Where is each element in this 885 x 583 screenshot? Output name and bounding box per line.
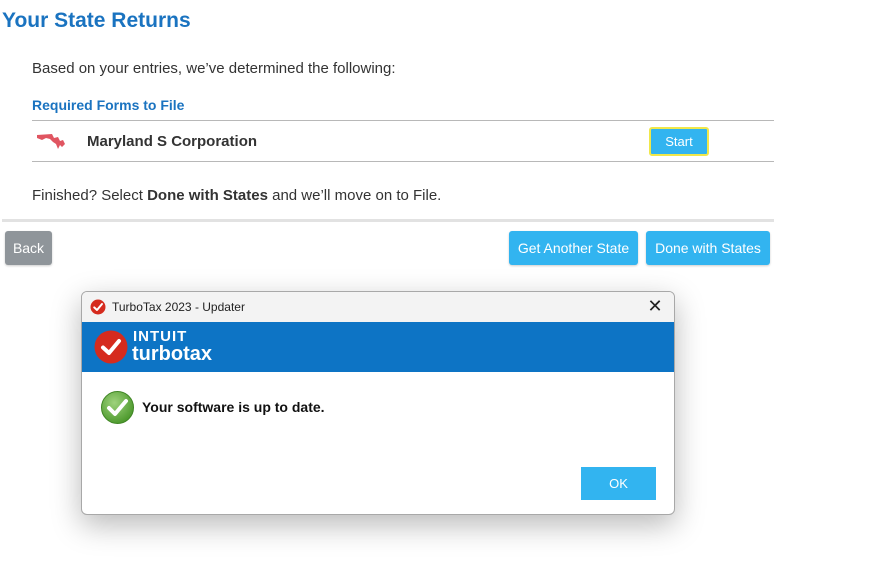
finished-bold: Done with States [147, 187, 268, 204]
turbotax-check-icon [90, 299, 106, 315]
divider [2, 219, 774, 222]
back-button[interactable]: Back [5, 231, 52, 265]
ok-button[interactable]: OK [581, 467, 656, 500]
finished-instructions: Finished? Select Done with States and we… [32, 187, 441, 204]
page-title: Your State Returns [2, 9, 191, 32]
finished-prefix: Finished? Select [32, 187, 148, 204]
done-with-states-button[interactable]: Done with States [646, 231, 770, 265]
maryland-state-icon [37, 134, 65, 149]
close-icon[interactable]: ✕ [644, 296, 666, 318]
success-check-icon [101, 391, 134, 424]
turbotax-logo-icon [94, 330, 128, 364]
updater-dialog: TurboTax 2023 - Updater ✕ INTUIT turbota… [81, 291, 675, 515]
required-forms-heading: Required Forms to File [32, 97, 185, 113]
dialog-title: TurboTax 2023 - Updater [112, 300, 245, 314]
brand-turbotax: turbotax [132, 343, 212, 365]
get-another-state-button[interactable]: Get Another State [509, 231, 638, 265]
intro-text: Based on your entries, we’ve determined … [32, 60, 396, 77]
finished-suffix: and we’ll move on to File. [267, 187, 442, 204]
turbotax-banner: INTUIT turbotax [82, 322, 674, 372]
status-message: Your software is up to date. [142, 399, 325, 415]
dialog-titlebar[interactable]: TurboTax 2023 - Updater ✕ [82, 292, 674, 322]
state-name: Maryland S Corporation [87, 133, 258, 150]
state-row: Maryland S Corporation Start [32, 120, 774, 162]
start-button[interactable]: Start [649, 127, 709, 156]
